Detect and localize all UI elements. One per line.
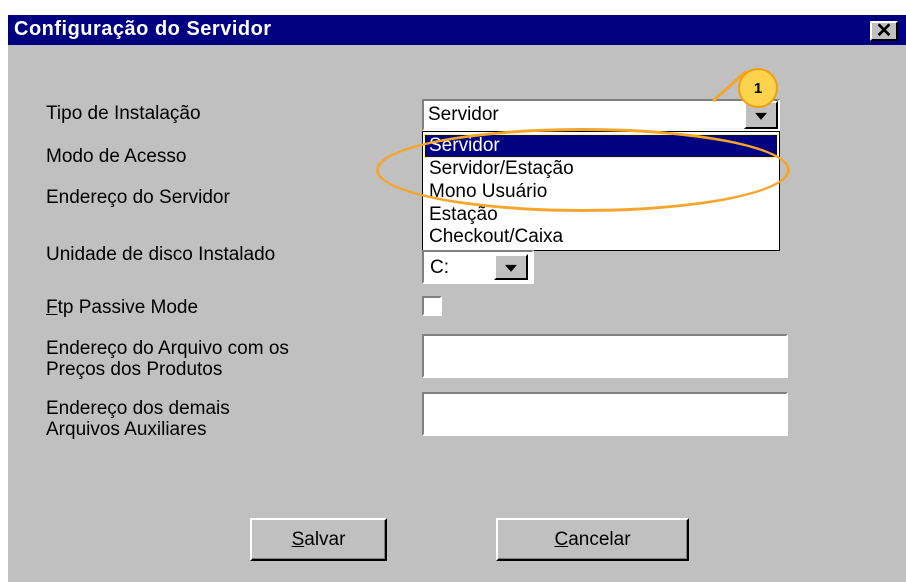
label-modo-acesso: Modo de Acesso [46, 146, 187, 167]
tipo-instalacao-value: Servidor [428, 104, 499, 125]
salvar-accel-key: S [291, 528, 305, 550]
ftp-label-rest: tp Passive Mode [57, 297, 199, 318]
cancelar-accel-key: C [554, 528, 569, 550]
ftp-accel-key: F [46, 297, 58, 318]
label-endereco-aux-line2: Arquivos Auxiliares [46, 419, 207, 440]
annotation-badge-number: 1 [753, 79, 763, 97]
annotation-badge: 1 [738, 68, 778, 108]
label-ftp-passive: Ftp Passive Mode [46, 297, 198, 319]
cancelar-button[interactable]: Cancelar [496, 518, 689, 561]
endereco-aux-field[interactable] [422, 392, 788, 436]
endereco-precos-field[interactable] [422, 334, 788, 378]
label-endereco-precos-line2: Preços dos Produtos [46, 359, 223, 380]
annotation-ellipse [376, 128, 790, 212]
unidade-disco-dropdown-button[interactable] [494, 254, 528, 280]
chevron-down-icon [505, 264, 517, 272]
label-endereco-precos: Endereço do Arquivo com os Preços dos Pro… [46, 338, 289, 380]
unidade-disco-value: C: [430, 257, 449, 278]
window-title: Configuração do Servidor [14, 18, 272, 40]
label-tipo-instalacao: Tipo de Instalação [46, 103, 201, 124]
tipo-instalacao-combo[interactable]: Servidor [422, 99, 780, 131]
close-button[interactable]: ✕ [870, 21, 898, 41]
label-endereco-servidor: Endereço do Servidor [46, 187, 230, 208]
label-endereco-precos-line1: Endereço do Arquivo com os [46, 338, 289, 359]
ftp-passive-checkbox[interactable] [422, 296, 442, 316]
chevron-down-icon [755, 112, 767, 120]
salvar-label-rest: alvar [304, 528, 346, 550]
salvar-button[interactable]: Salvar [250, 518, 387, 561]
dropdown-option-checkout-caixa[interactable]: Checkout/Caixa [425, 226, 777, 248]
title-bar[interactable]: Configuração do Servidor ✕ [8, 15, 906, 45]
label-endereco-aux-line1: Endereço dos demais [46, 398, 230, 419]
cancelar-label-rest: ancelar [568, 528, 631, 550]
close-icon: ✕ [875, 20, 893, 42]
label-endereco-aux: Endereço dos demais Arquivos Auxiliares [46, 398, 230, 440]
unidade-disco-combo[interactable]: C: [422, 250, 534, 284]
label-unidade-disco: Unidade de disco Instalado [46, 244, 276, 265]
